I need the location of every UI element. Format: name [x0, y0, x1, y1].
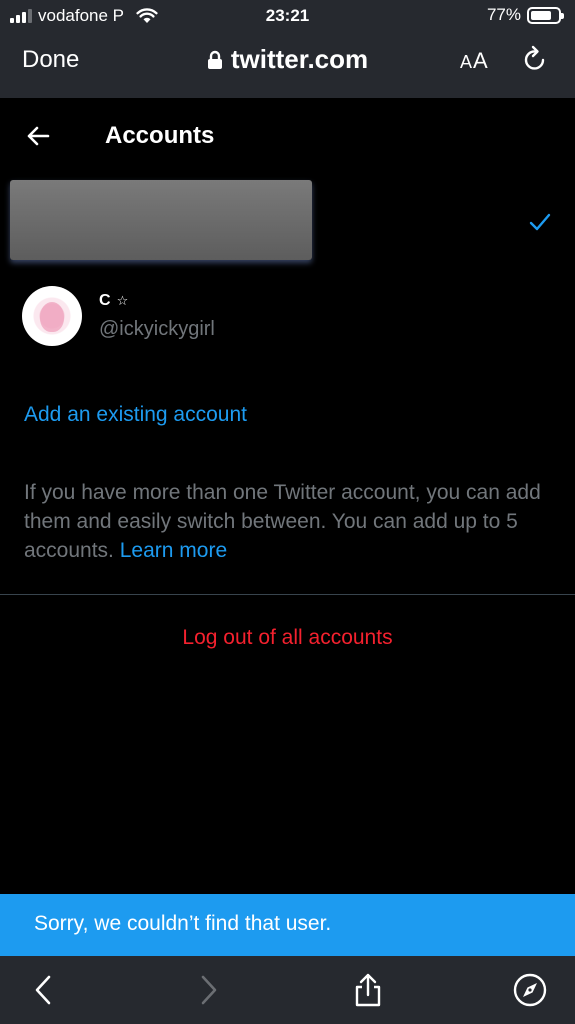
safari-bottom-toolbar	[0, 956, 575, 1024]
log-out-all-button[interactable]: Log out of all accounts	[0, 626, 575, 650]
divider	[0, 594, 575, 595]
url-bar[interactable]: twitter.com	[0, 44, 575, 75]
back-chevron-icon[interactable]	[26, 972, 62, 1008]
redacted-account-block	[10, 180, 312, 260]
share-icon[interactable]	[350, 972, 386, 1008]
url-text: twitter.com	[230, 44, 369, 74]
learn-more-link[interactable]: Learn more	[120, 539, 227, 562]
status-bar: vodafone P 23:21 77%	[0, 0, 575, 32]
forward-chevron-icon[interactable]	[190, 972, 226, 1008]
reload-icon[interactable]	[520, 44, 550, 74]
page-header: Accounts	[0, 98, 575, 176]
text-size-label-small: A	[460, 52, 474, 72]
battery-percentage: 77%	[486, 5, 521, 24]
compass-icon[interactable]	[512, 972, 548, 1008]
account-display-name: C ☆	[99, 292, 128, 310]
info-text: If you have more than one Twitter accoun…	[24, 481, 541, 562]
twitter-accounts-screen: vodafone P 23:21 77% Done twitter.com AA…	[0, 0, 575, 1024]
battery-icon	[527, 6, 564, 24]
back-arrow-icon[interactable]	[24, 122, 52, 150]
account-handle: @ickyickygirl	[99, 318, 215, 340]
text-size-button[interactable]: AA	[460, 48, 489, 74]
status-right: 77%	[486, 5, 564, 25]
display-name-text: C	[99, 292, 111, 309]
page-title: Accounts	[105, 122, 215, 149]
account-list-item[interactable]: C ☆ @ickyickygirl	[0, 280, 575, 350]
lock-icon	[207, 50, 222, 69]
avatar	[22, 286, 82, 346]
browser-chrome: vodafone P 23:21 77% Done twitter.com AA	[0, 0, 575, 98]
text-size-label-large: A	[473, 48, 489, 73]
error-toast: Sorry, we couldn’t find that user.	[0, 894, 575, 956]
star-icon: ☆	[116, 293, 129, 308]
multi-account-info: If you have more than one Twitter accoun…	[24, 478, 554, 565]
check-icon	[529, 213, 551, 231]
add-existing-account-link[interactable]: Add an existing account	[24, 403, 247, 427]
safari-toolbar: Done twitter.com AA	[0, 32, 575, 90]
